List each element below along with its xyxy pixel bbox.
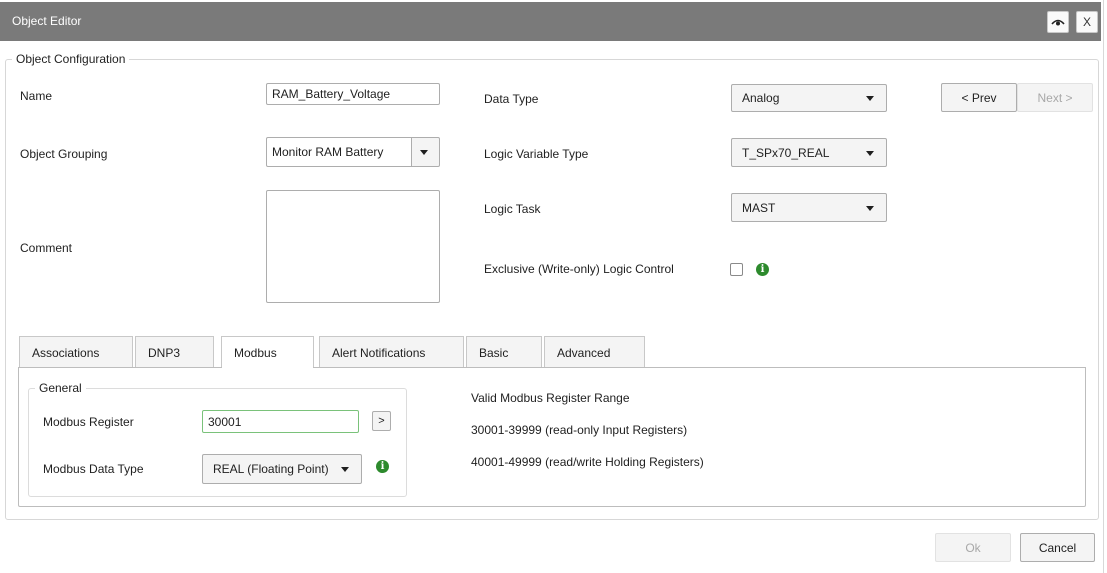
- register-range-input: 30001-39999 (read-only Input Registers): [471, 423, 688, 437]
- object-grouping-label: Object Grouping: [20, 147, 108, 161]
- close-button[interactable]: X: [1076, 11, 1098, 33]
- general-legend: General: [39, 381, 82, 395]
- object-grouping-dropdown-button[interactable]: [411, 137, 440, 167]
- logic-variable-type-label: Logic Variable Type: [484, 147, 589, 161]
- title-bar: Object Editor X: [0, 2, 1101, 41]
- chevron-down-icon: [341, 467, 349, 472]
- prev-button[interactable]: < Prev: [941, 83, 1017, 112]
- object-grouping-value: Monitor RAM Battery: [272, 145, 384, 159]
- window-edge: [1103, 0, 1107, 573]
- name-label: Name: [20, 89, 53, 103]
- tab-alert-notifications[interactable]: Alert Notifications: [319, 336, 464, 368]
- data-type-label: Data Type: [484, 92, 539, 106]
- register-range-title: Valid Modbus Register Range: [471, 391, 630, 405]
- exclusive-logic-control-label: Exclusive (Write-only) Logic Control: [484, 262, 674, 276]
- visibility-button[interactable]: [1047, 11, 1069, 33]
- logic-task-value: MAST: [742, 200, 776, 215]
- logic-variable-type-value: T_SPx70_REAL: [742, 145, 830, 160]
- next-button[interactable]: Next >: [1017, 83, 1093, 112]
- register-range-holding: 40001-49999 (read/write Holding Register…: [471, 455, 704, 469]
- chevron-down-icon: [420, 150, 428, 155]
- modbus-data-type-select[interactable]: REAL (Floating Point): [202, 454, 362, 484]
- modbus-data-type-value: REAL (Floating Point): [213, 462, 329, 476]
- comment-textarea[interactable]: [266, 190, 440, 303]
- tab-basic[interactable]: Basic: [466, 336, 542, 368]
- info-icon[interactable]: i: [376, 460, 389, 473]
- window-title: Object Editor: [12, 14, 82, 28]
- chevron-down-icon: [866, 205, 874, 211]
- comment-label: Comment: [20, 241, 73, 255]
- logic-task-label: Logic Task: [484, 202, 541, 216]
- exclusive-logic-control-checkbox[interactable]: [730, 263, 743, 276]
- modbus-data-type-label: Modbus Data Type: [43, 462, 144, 476]
- active-tab-joiner: [222, 366, 313, 369]
- info-icon[interactable]: i: [756, 263, 769, 276]
- tab-dnp3[interactable]: DNP3: [135, 336, 214, 368]
- object-grouping-field[interactable]: Monitor RAM Battery: [266, 137, 412, 167]
- logic-task-select[interactable]: MAST: [731, 193, 887, 222]
- tab-advanced[interactable]: Advanced: [544, 336, 645, 368]
- chevron-down-icon: [866, 96, 874, 101]
- data-type-value: Analog: [742, 91, 780, 105]
- ok-button[interactable]: Ok: [935, 533, 1011, 562]
- modbus-register-next-button[interactable]: >: [372, 411, 391, 431]
- logic-variable-type-select[interactable]: T_SPx70_REAL: [731, 138, 887, 167]
- tab-modbus[interactable]: Modbus: [221, 336, 314, 369]
- tab-associations[interactable]: Associations: [19, 336, 133, 368]
- data-type-select[interactable]: Analog: [731, 84, 887, 112]
- name-input[interactable]: [266, 83, 440, 105]
- chevron-down-icon: [866, 150, 874, 156]
- object-configuration-legend: Object Configuration: [16, 52, 126, 66]
- modbus-register-input[interactable]: [202, 410, 359, 433]
- eye-icon: [1051, 19, 1065, 26]
- cancel-button[interactable]: Cancel: [1020, 533, 1095, 562]
- modbus-register-label: Modbus Register: [43, 415, 134, 429]
